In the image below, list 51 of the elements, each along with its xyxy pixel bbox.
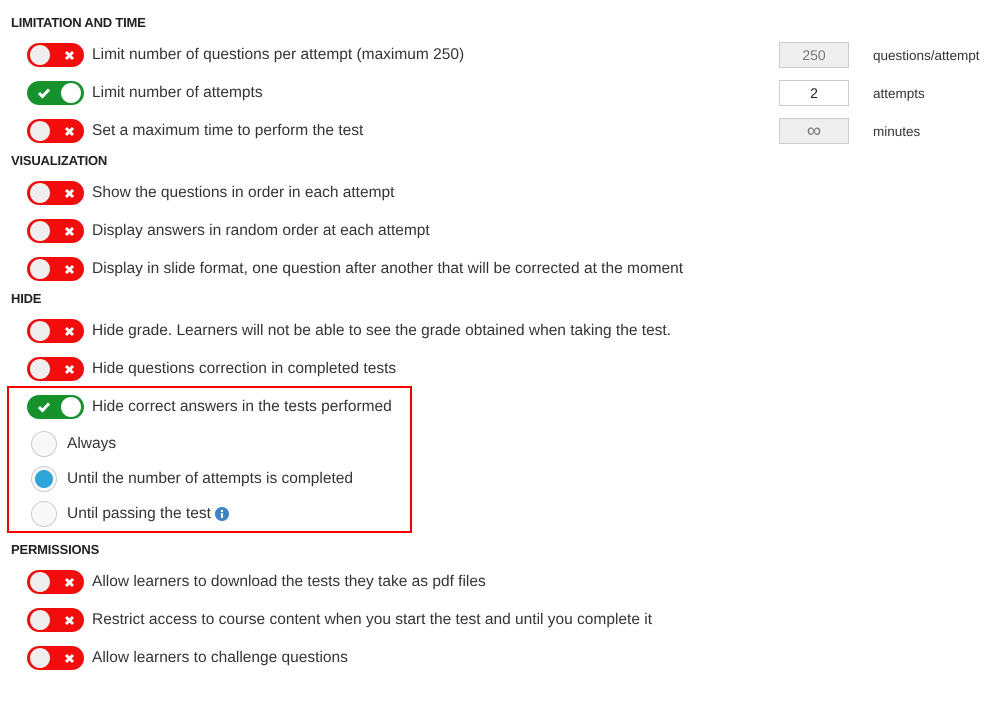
check-icon <box>37 401 51 413</box>
toggle-switch[interactable] <box>27 219 84 243</box>
toggle-switch[interactable] <box>27 395 84 419</box>
option-label: Hide correct answers in the tests performed <box>92 398 392 416</box>
toggle-switch[interactable] <box>27 570 84 594</box>
toggle-switch[interactable] <box>27 257 84 281</box>
option-label: Show the questions in order in each attempt <box>92 184 396 202</box>
close-icon <box>64 652 75 664</box>
section-heading: VISUALIZATION <box>11 152 108 170</box>
close-icon <box>64 364 75 374</box>
close-icon <box>64 126 75 136</box>
option-label: Allow learners to challenge questions <box>92 649 349 667</box>
info-icon[interactable] <box>214 506 229 520</box>
option-label: Hide grade. Learners will not be able to see the grade obtained when taking the test. <box>92 322 672 340</box>
section-heading: PERMISSIONS <box>11 541 100 559</box>
close-icon <box>64 50 75 60</box>
toggle-switch[interactable] <box>27 608 84 632</box>
option-label: Limit number of questions per attempt (maximum 250) <box>92 46 466 64</box>
toggle-switch[interactable] <box>27 646 84 670</box>
option-label: Display in slide format, one question after another that will be corrected at the moment <box>92 260 684 278</box>
option-label: Allow learners to download the tests they take as pdf files <box>92 573 487 591</box>
close-icon <box>64 614 75 626</box>
radio-button[interactable] <box>31 466 57 492</box>
close-icon <box>64 326 75 336</box>
toggle-switch[interactable] <box>27 357 84 381</box>
toggle-switch[interactable] <box>27 43 84 67</box>
section-heading: LIMITATION AND TIME <box>11 14 147 32</box>
unit-label: attempts <box>873 86 926 100</box>
toggle-switch[interactable] <box>27 181 84 205</box>
close-icon <box>64 188 75 198</box>
close-icon <box>64 264 75 274</box>
check-icon <box>37 87 51 99</box>
choice-label: Always <box>67 434 116 452</box>
toggle-switch[interactable] <box>27 319 84 343</box>
unit-label: questions/attempt <box>873 48 981 62</box>
section-heading: HIDE <box>11 290 42 308</box>
close-icon <box>64 226 75 236</box>
toggle-switch[interactable] <box>27 119 84 143</box>
unit-label: minutes <box>873 124 922 138</box>
toggle-switch[interactable] <box>27 81 84 105</box>
option-label: Restrict access to course content when you start the test and until you complete it <box>92 611 654 629</box>
choice-label: Until the number of attempts is completed <box>67 470 354 488</box>
option-label: Hide questions correction in completed tests <box>92 360 398 378</box>
radio-button[interactable] <box>31 430 57 456</box>
close-icon <box>64 576 75 588</box>
radio-button[interactable] <box>31 500 57 526</box>
option-label: Display answers in random order at each attempt <box>92 222 431 240</box>
option-label: Set a maximum time to perform the test <box>92 122 364 140</box>
choice-label: Until passing the test <box>67 504 211 522</box>
number-field[interactable]: 2 <box>779 80 849 106</box>
option-label: Limit number of attempts <box>92 84 264 102</box>
